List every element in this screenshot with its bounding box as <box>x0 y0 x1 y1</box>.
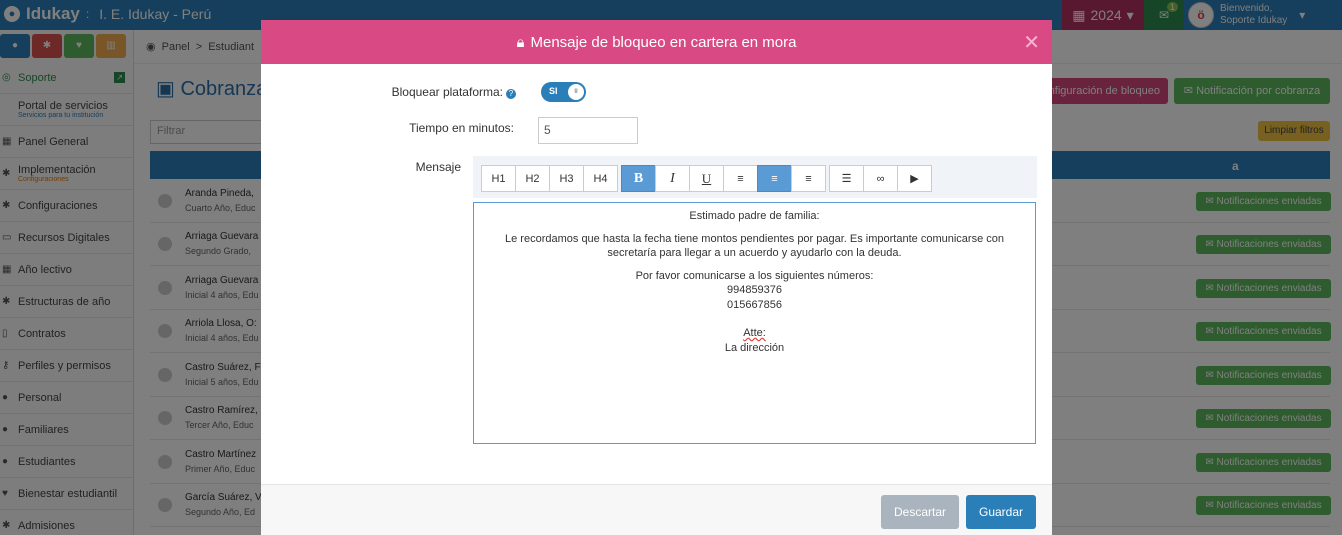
minutes-label: Tiempo en minutos: <box>409 121 514 135</box>
align-left-icon[interactable]: ≡ <box>723 165 758 192</box>
modal-header: 🔒︎ Mensaje de bloqueo en cartera en mora… <box>261 20 1052 64</box>
message-greeting: Estimado padre de familia: <box>689 210 820 222</box>
minutes-input[interactable]: 5 <box>538 117 638 144</box>
align-right-icon[interactable]: ≡ <box>791 165 826 192</box>
block-message-modal: 🔒︎ Mensaje de bloqueo en cartera en mora… <box>261 20 1052 535</box>
message-line-1: Le recordamos que hasta la fecha tiene m… <box>505 232 1004 245</box>
message-contact: Por favor comunicarse a los siguientes n… <box>635 269 874 282</box>
discard-button[interactable]: Descartar <box>881 495 959 529</box>
message-phone-1: 994859376 <box>726 284 783 296</box>
save-button[interactable]: Guardar <box>966 495 1036 529</box>
close-icon[interactable]: ✕ <box>1023 30 1040 55</box>
message-sign-1: Atte: <box>743 327 766 339</box>
toggle-knob: II <box>568 84 584 100</box>
align-center-icon[interactable]: ≡ <box>757 165 792 192</box>
list-icon[interactable]: ☰ <box>829 165 864 192</box>
h2-button[interactable]: H2 <box>515 165 550 192</box>
message-sign-2: La dirección <box>724 341 785 354</box>
help-icon[interactable]: ? <box>506 89 516 99</box>
underline-button[interactable]: U <box>689 165 724 192</box>
block-platform-toggle[interactable]: SI II <box>541 82 586 102</box>
link-icon[interactable]: ∞ <box>863 165 898 192</box>
italic-button[interactable]: I <box>655 165 690 192</box>
message-label: Mensaje <box>415 160 461 174</box>
message-line-2: secretaría para llegar a un acuerdo y ay… <box>607 247 902 259</box>
message-phone-2: 015667856 <box>726 298 783 311</box>
message-editor[interactable]: Estimado padre de familia: Le recordamos… <box>473 202 1036 444</box>
bold-button[interactable]: B <box>621 165 656 192</box>
lock-icon: 🔒︎ <box>516 33 525 51</box>
toggle-label: SI <box>549 86 558 96</box>
video-icon[interactable]: ▶ <box>897 165 932 192</box>
h4-button[interactable]: H4 <box>583 165 618 192</box>
h3-button[interactable]: H3 <box>549 165 584 192</box>
block-platform-label: Bloquear plataforma:? <box>361 85 516 99</box>
editor-toolbar: H1 H2 H3 H4 B I U ≡ ≡ ≡ ☰ ∞ ▶ <box>473 156 1037 198</box>
modal-footer: Descartar Guardar <box>261 484 1052 535</box>
h1-button[interactable]: H1 <box>481 165 516 192</box>
modal-title: Mensaje de bloqueo en cartera en mora <box>530 33 797 51</box>
